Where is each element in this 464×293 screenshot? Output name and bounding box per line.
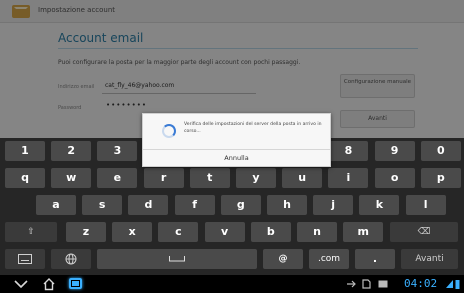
key-z[interactable]: z [66, 222, 106, 242]
enter-key[interactable]: Avanti [401, 249, 458, 269]
space-key[interactable] [97, 249, 257, 269]
key-e[interactable]: e [97, 168, 138, 188]
key-2[interactable]: 2 [51, 141, 92, 161]
key-x[interactable]: x [112, 222, 153, 242]
key-0[interactable]: 0 [420, 141, 461, 161]
key-r[interactable]: r [143, 168, 184, 188]
key-y[interactable]: y [236, 168, 276, 188]
key-m[interactable]: m [343, 222, 384, 242]
key-c[interactable]: c [158, 222, 199, 242]
gallery-icon [378, 280, 388, 288]
key-v[interactable]: v [204, 222, 245, 242]
usb-icon [347, 280, 356, 288]
dotcom-key[interactable]: .com [309, 249, 349, 269]
shift-key[interactable]: ⇧ [5, 222, 57, 242]
key-d[interactable]: d [128, 195, 169, 215]
period-key[interactable]: . [355, 249, 395, 269]
key-l[interactable]: l [405, 195, 446, 215]
key-f[interactable]: f [174, 195, 215, 215]
battery-icon [455, 280, 460, 289]
backspace-key[interactable]: ⌫ [390, 222, 458, 242]
key-u[interactable]: u [282, 168, 323, 188]
key-h[interactable]: h [267, 195, 307, 215]
at-key[interactable]: @ [263, 249, 303, 269]
key-t[interactable]: t [189, 168, 230, 188]
key-3[interactable]: 3 [97, 141, 138, 161]
space-icon [169, 256, 185, 262]
home-icon[interactable] [42, 277, 56, 291]
globe-icon [65, 253, 77, 265]
key-i[interactable]: i [328, 168, 369, 188]
key-1[interactable]: 1 [5, 141, 45, 161]
key-o[interactable]: o [374, 168, 415, 188]
dialog-message: Verifica delle impostazioni del server d… [184, 122, 322, 134]
key-q[interactable]: q [5, 168, 45, 188]
language-key[interactable] [51, 249, 91, 269]
keyboard-switch-icon [18, 254, 32, 264]
key-9[interactable]: 9 [374, 141, 415, 161]
system-bar: 04:02 [0, 275, 464, 293]
key-a[interactable]: a [36, 195, 76, 215]
keyboard-switch-key[interactable] [5, 249, 45, 269]
key-b[interactable]: b [250, 222, 291, 242]
key-n[interactable]: n [297, 222, 337, 242]
cancel-button[interactable]: Annulla [143, 150, 330, 167]
recent-apps-icon[interactable] [69, 278, 82, 289]
key-p[interactable]: p [420, 168, 461, 188]
key-w[interactable]: w [51, 168, 92, 188]
key-k[interactable]: k [359, 195, 400, 215]
sd-card-icon [362, 279, 371, 289]
key-j[interactable]: j [313, 195, 354, 215]
key-8[interactable]: 8 [328, 141, 369, 161]
back-icon[interactable] [14, 279, 28, 289]
status-clock: 04:02 [404, 277, 438, 290]
key-g[interactable]: g [220, 195, 261, 215]
key-s[interactable]: s [82, 195, 123, 215]
loading-spinner-icon [162, 124, 176, 138]
progress-dialog: Verifica delle impostazioni del server d… [142, 113, 331, 167]
signal-icon [446, 280, 453, 288]
